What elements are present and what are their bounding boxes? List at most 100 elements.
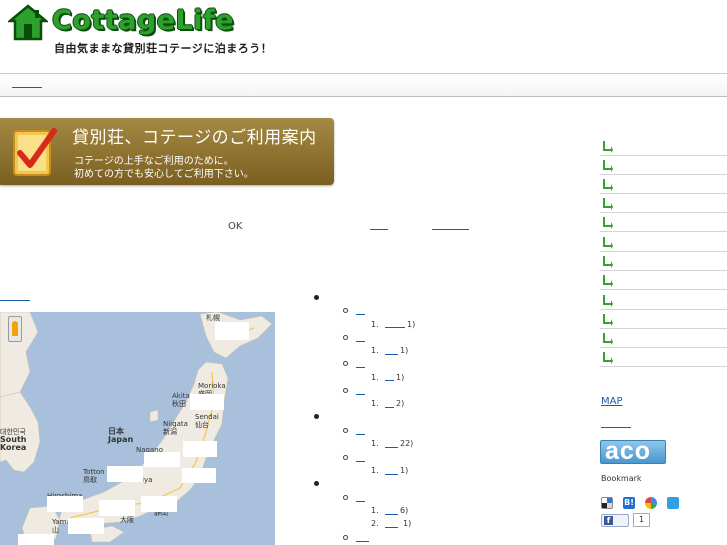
map-label-niigata: Niigata 新潟 [163,420,188,436]
sidebar-item[interactable] [600,348,727,367]
facebook-like-count: 1 [633,513,650,527]
list-number: 1. [371,466,379,475]
map-label-japan: 日本 Japan [108,427,134,444]
map-marker-label[interactable] [47,496,83,512]
area-link[interactable] [385,474,398,475]
google-map[interactable]: 札幌 Morioka盛岡 Akita秋田 Sendai仙台 Niigata新潟 … [0,312,275,545]
map-label-akita: Akita 秋田 [172,392,190,408]
list-bullet [314,414,319,419]
list-number: 2. [371,519,379,528]
area-count: 1) [403,519,412,528]
body-link-2[interactable] [432,229,469,230]
green-arrow-icon [603,141,613,153]
livedoor-clip-icon[interactable] [667,497,679,509]
site-header: CottageLife 自由気ままな貸別荘コテージに泊まろう！ [0,0,727,74]
checkmark-clipboard-icon [13,128,57,176]
sidebar-item[interactable] [600,233,727,252]
region-link[interactable] [356,394,365,395]
area-count: 1) [400,346,409,355]
map-label-sapporo: 札幌 [206,314,220,322]
list-number: 1. [371,320,379,329]
green-arrow-icon [603,160,613,172]
sidebar-map-link[interactable]: MAP [601,396,623,407]
area-link[interactable] [385,354,398,355]
map-marker-label[interactable] [99,500,135,516]
region-link[interactable] [356,434,365,435]
map-marker-label[interactable] [215,322,249,340]
sidebar-item[interactable] [600,194,727,213]
sidebar-item[interactable] [600,329,727,348]
list-number: 1. [371,399,379,408]
region-link[interactable] [356,314,365,315]
list-sub-bullet [343,428,348,433]
map-label-tottori: Totton 鳥取 [83,468,105,484]
street-view-pegman-icon[interactable] [8,316,22,342]
area-link[interactable] [385,407,394,408]
list-sub-bullet [343,361,348,366]
guide-banner[interactable]: 貸別荘、コテージのご利用案内 コテージの上手なご利用のために。 初めての方でも安… [0,118,334,185]
list-number: 1. [371,506,379,515]
map-title-link[interactable] [0,300,30,301]
map-marker-label[interactable] [144,452,180,467]
sidebar-link[interactable] [601,427,631,428]
map-label-gifu: iya [142,476,153,484]
green-arrow-icon [603,295,613,307]
area-link[interactable] [385,527,398,528]
map-marker-label[interactable] [68,518,104,534]
sidebar-item[interactable] [600,252,727,271]
list-bullet [314,295,319,300]
area-count: 1) [400,466,409,475]
hatena-bookmark-icon[interactable]: B! [623,497,635,509]
sidebar-item[interactable] [600,271,727,290]
list-sub-bullet [343,535,348,540]
nav-link[interactable] [12,87,42,88]
ok-text: OK [228,221,243,232]
sidebar-item[interactable] [600,310,727,329]
list-sub-bullet [343,308,348,313]
map-marker-label[interactable] [183,441,217,457]
house-logo-icon [8,4,48,41]
map-label-korea: 대한민국 South Korea [0,428,27,452]
list-number: 1. [371,439,379,448]
area-link[interactable] [385,514,398,515]
sidebar-item[interactable] [600,291,727,310]
region-link[interactable] [356,461,365,462]
sidebar-item[interactable] [600,156,727,175]
body-link-1[interactable] [370,229,388,230]
map-land-shapes [0,312,273,545]
facebook-like-button[interactable]: f [601,514,629,527]
region-link[interactable] [356,341,365,342]
map-marker-label[interactable] [107,466,143,482]
banner-title: 貸別荘、コテージのご利用案内 [72,128,317,148]
map-label-sendai: Sendai 仙台 [195,413,219,429]
list-number: 1. [371,373,379,382]
site-logo[interactable]: CottageLife [52,5,234,36]
map-marker-label[interactable] [18,534,54,545]
area-link[interactable] [385,447,398,448]
aco-logo[interactable]: aco [600,437,666,465]
area-count: 2) [396,399,405,408]
region-link[interactable] [356,501,365,502]
area-link[interactable] [385,380,394,381]
sidebar-item[interactable] [600,175,727,194]
list-sub-bullet [343,455,348,460]
area-count: 6) [400,506,409,515]
region-link[interactable] [356,541,369,542]
map-marker-label[interactable] [190,394,224,410]
area-count: 1) [396,373,405,382]
sidebar-item[interactable] [600,137,727,156]
google-bookmark-icon[interactable] [645,497,657,509]
map-marker-label[interactable] [182,468,216,483]
map-marker-label[interactable] [141,496,177,512]
green-arrow-icon [603,275,613,287]
green-arrow-icon [603,179,613,191]
nav-bar [0,75,727,97]
region-link[interactable] [356,367,365,368]
delicious-icon[interactable] [601,497,613,509]
area-link[interactable] [385,327,405,328]
sidebar-item[interactable] [600,213,727,232]
green-arrow-icon [603,217,613,229]
list-sub-bullet [343,388,348,393]
green-arrow-icon [603,198,613,210]
banner-subtitle-2: 初めての方でも安心してご利用下さい。 [74,169,254,180]
